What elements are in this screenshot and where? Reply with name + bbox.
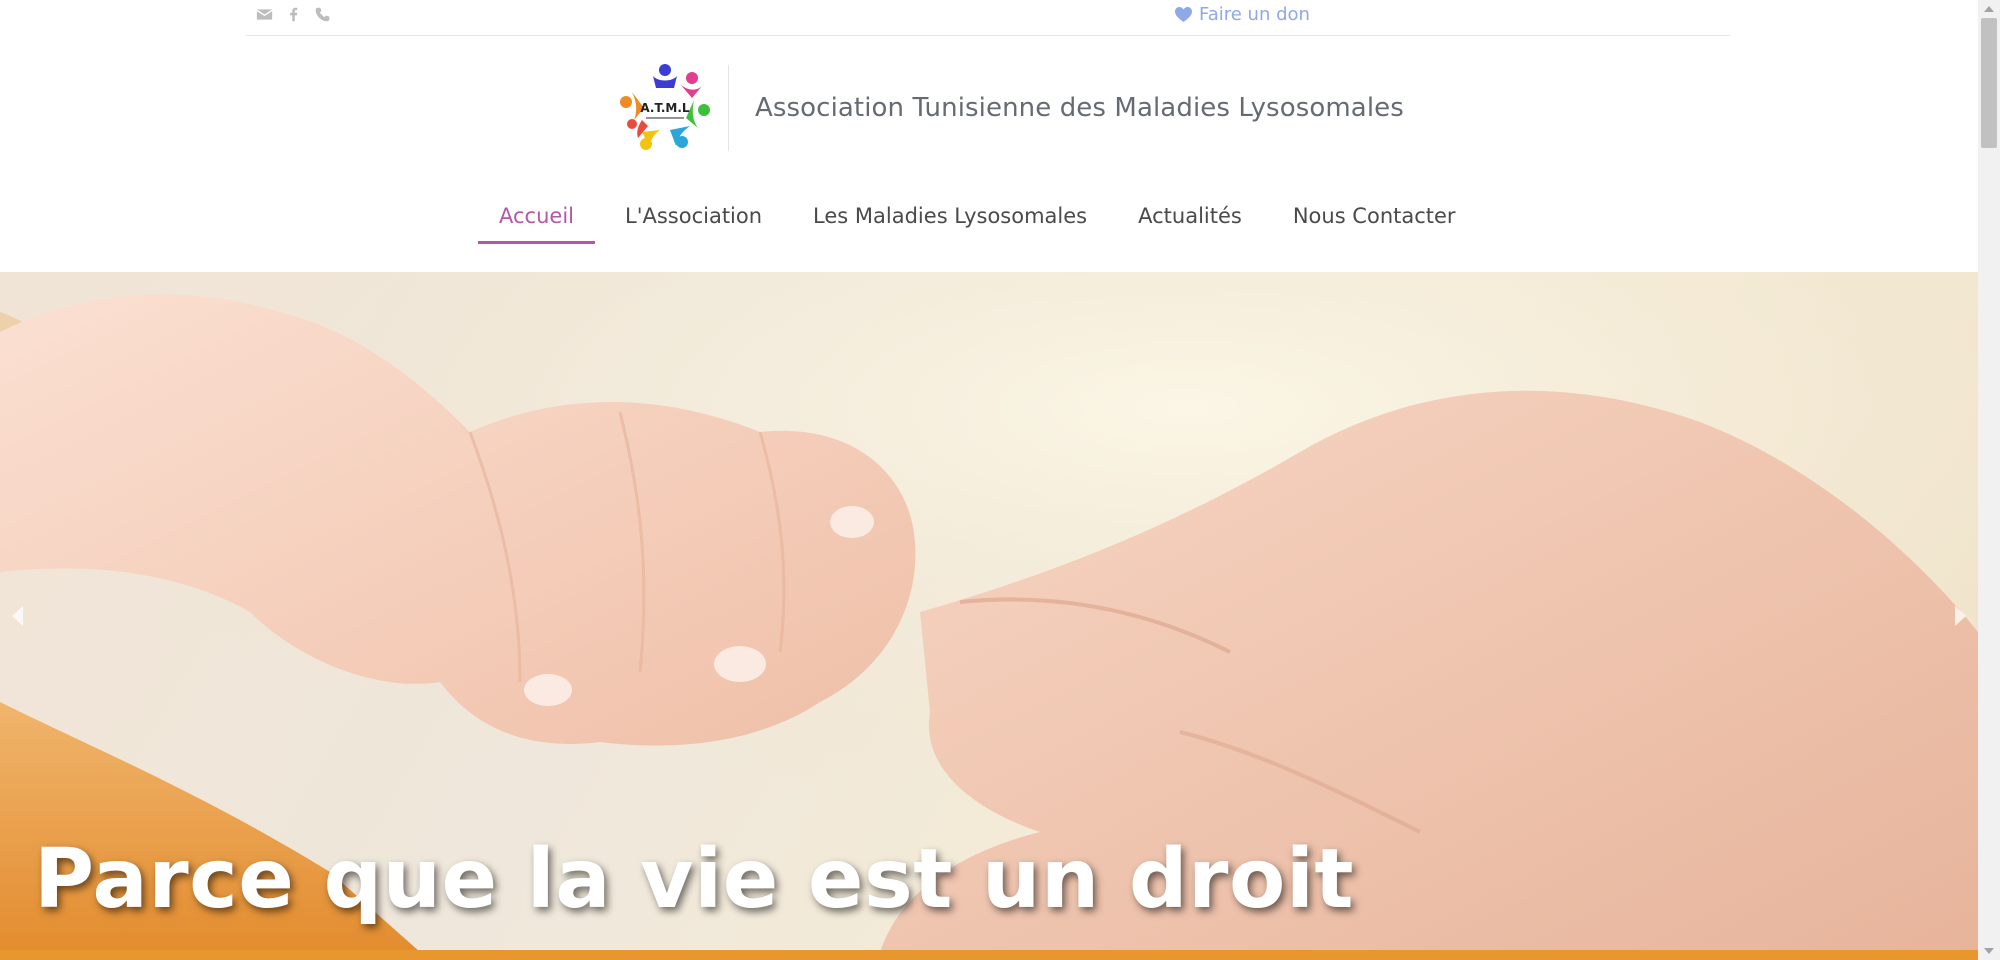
hero-caption: Parce que la vie est un droit xyxy=(34,832,1355,927)
chevron-left-icon[interactable] xyxy=(12,606,23,626)
logo-text: A.T.M.L xyxy=(640,101,689,115)
nav-item-actualites[interactable]: Actualités xyxy=(1117,196,1263,244)
association-logo: A.T.M.L xyxy=(620,64,710,150)
nav-item-nous-contacter[interactable]: Nous Contacter xyxy=(1272,196,1477,244)
donate-label: Faire un don xyxy=(1199,4,1310,25)
top-bar: Faire un don xyxy=(246,0,1730,36)
bottom-band xyxy=(0,950,1978,960)
scroll-down-icon[interactable] xyxy=(1984,948,1994,954)
scroll-thumb[interactable] xyxy=(1981,18,1997,148)
nav-item-accueil[interactable]: Accueil xyxy=(478,196,595,244)
chevron-right-icon[interactable] xyxy=(1955,606,1966,626)
scroll-up-icon[interactable] xyxy=(1984,6,1994,12)
envelope-icon[interactable] xyxy=(256,6,273,23)
nav-item-maladies-lysosomales[interactable]: Les Maladies Lysosomales xyxy=(792,196,1108,244)
brand-divider xyxy=(728,65,729,151)
page-scrollbar[interactable] xyxy=(1978,0,2000,960)
main-nav: Accueil L'Association Les Maladies Lysos… xyxy=(478,196,1477,246)
facebook-icon[interactable] xyxy=(285,6,302,23)
heart-icon xyxy=(1175,6,1192,23)
donate-link[interactable]: Faire un don xyxy=(1174,4,1310,25)
hero-slider: Parce que la vie est un droit xyxy=(0,272,1978,952)
page: Faire un don A.T.M.L Association Tunisie… xyxy=(0,0,2000,960)
site-title[interactable]: Association Tunisienne des Maladies Lyso… xyxy=(755,93,1404,123)
contact-icons xyxy=(256,6,331,23)
site-brand[interactable]: A.T.M.L Association Tunisienne des Malad… xyxy=(620,62,1404,154)
phone-icon[interactable] xyxy=(314,6,331,23)
nav-item-association[interactable]: L'Association xyxy=(604,196,783,244)
